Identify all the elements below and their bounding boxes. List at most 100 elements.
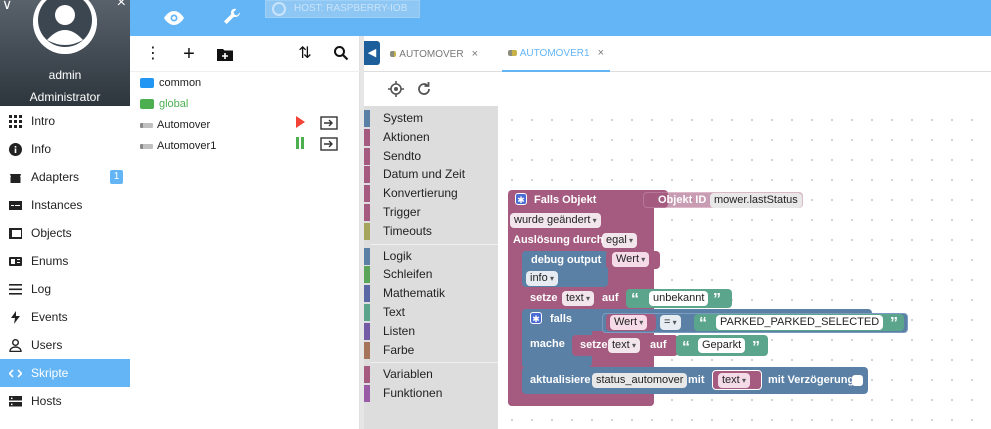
- debug-level-dropdown[interactable]: info: [526, 271, 558, 286]
- export-icon[interactable]: [320, 116, 338, 133]
- toolbox-category-listen[interactable]: Listen: [364, 322, 498, 341]
- toolbox-category-logik[interactable]: Logik: [364, 247, 498, 266]
- toolbox-category-schleifen[interactable]: Schleifen: [364, 265, 498, 284]
- tree-toolbar: ⋮ + ⇅: [130, 36, 360, 72]
- blockly-script-icon: [140, 143, 153, 149]
- category-color-swatch: [364, 304, 370, 321]
- search-icon[interactable]: [332, 45, 350, 63]
- compare-left-dropdown[interactable]: Wert: [610, 315, 648, 330]
- toolbox-category-timeouts[interactable]: Timeouts: [364, 222, 498, 241]
- toolbox-category-trigger[interactable]: Trigger: [364, 203, 498, 222]
- toolbox-category-variablen[interactable]: Variablen: [364, 365, 498, 384]
- tree-script-automover[interactable]: Automover: [140, 116, 350, 134]
- menu-item-events[interactable]: Events: [0, 303, 130, 331]
- add-script-icon[interactable]: +: [180, 44, 198, 64]
- play-icon[interactable]: [295, 116, 305, 131]
- tab-automover1[interactable]: AUTOMOVER1 ×: [502, 36, 610, 72]
- crosshair-icon[interactable]: [388, 81, 404, 97]
- close-icon[interactable]: ×: [117, 0, 126, 12]
- category-label: Timeouts: [383, 223, 432, 238]
- wrench-icon[interactable]: [220, 6, 244, 30]
- collapse-tree-button[interactable]: ◀: [364, 41, 380, 65]
- set-label: setze: [530, 292, 558, 304]
- menu-item-label: Users: [31, 338, 63, 352]
- category-color-swatch: [364, 247, 370, 265]
- debug-value-dropdown[interactable]: Wert: [612, 252, 650, 267]
- tab-label: AUTOMOVER: [399, 48, 464, 60]
- delay-checkbox[interactable]: [852, 375, 863, 386]
- menu-item-intro[interactable]: Intro: [0, 107, 130, 135]
- category-label: Listen: [383, 323, 416, 338]
- category-color-swatch: [364, 322, 370, 340]
- set-var-dropdown[interactable]: text: [562, 291, 594, 306]
- update-target-field[interactable]: status_automover: [592, 373, 688, 388]
- category-color-swatch: [364, 147, 370, 165]
- add-folder-icon[interactable]: [216, 45, 234, 63]
- toolbox-category-farbe[interactable]: Farbe: [364, 341, 498, 360]
- gear-icon[interactable]: ✱: [515, 193, 527, 205]
- top-bar: HOST: RASPBERRY-IOB: [130, 0, 991, 36]
- tree-folder-common[interactable]: common: [140, 74, 201, 92]
- toolbox-category-mathematik[interactable]: Mathematik: [364, 284, 498, 303]
- folder-label: global: [159, 98, 189, 110]
- toolbox-category-datum-und-zeit[interactable]: Datum und Zeit: [364, 165, 498, 184]
- triggered-by-dropdown[interactable]: egal: [602, 233, 638, 248]
- menu-item-info[interactable]: Info: [0, 135, 130, 163]
- if-footer: [522, 360, 582, 366]
- category-color-swatch: [364, 385, 370, 403]
- do-label: mache: [530, 338, 565, 350]
- eye-icon[interactable]: [162, 6, 186, 30]
- chevron-down-icon[interactable]: ∨: [2, 0, 12, 13]
- menu-item-label: Info: [31, 142, 52, 156]
- tree-script-automover1[interactable]: Automover1: [140, 137, 350, 155]
- bolt-icon: [9, 310, 22, 324]
- menu-item-log[interactable]: Log: [0, 275, 130, 303]
- category-label: Farbe: [383, 342, 415, 357]
- close-tab-icon[interactable]: ×: [472, 48, 478, 60]
- menu-item-objects[interactable]: Objects: [0, 219, 130, 247]
- sort-icon[interactable]: ⇅: [296, 45, 314, 63]
- menu-item-label: Objects: [31, 226, 72, 240]
- more-vert-icon[interactable]: ⋮: [144, 45, 162, 63]
- close-tab-icon[interactable]: ×: [598, 47, 604, 59]
- store-icon: [9, 171, 22, 184]
- compare-right-field[interactable]: PARKED_PARKED_SELECTED: [716, 315, 884, 330]
- inner-set-to-label: auf: [650, 339, 667, 351]
- tab-automover[interactable]: AUTOMOVER ×: [384, 36, 484, 72]
- gear-icon[interactable]: ✱: [530, 312, 542, 324]
- category-color-swatch: [364, 204, 370, 221]
- blockly-workspace[interactable]: ✱ Falls Objekt Objekt ID mower.lastStatu…: [498, 106, 991, 429]
- toolbox-category-sendto[interactable]: Sendto: [364, 147, 498, 166]
- toolbox-category-funktionen[interactable]: Funktionen: [364, 384, 498, 403]
- menu-item-label: Instances: [31, 198, 83, 212]
- category-label: Konvertierung: [383, 186, 458, 201]
- category-color-swatch: [364, 366, 370, 384]
- refresh-icon[interactable]: [416, 81, 432, 97]
- category-label: Variablen: [383, 367, 433, 382]
- export-icon[interactable]: [320, 137, 338, 154]
- update-value-dropdown[interactable]: text: [718, 373, 750, 388]
- menu-item-skripte[interactable]: Skripte: [0, 359, 130, 387]
- adapters-badge: 1: [110, 170, 123, 184]
- condition-dropdown[interactable]: wurde geändert: [510, 213, 601, 228]
- toolbox-category-system[interactable]: System: [364, 109, 498, 128]
- pause-icon[interactable]: [295, 137, 305, 152]
- menu-item-instances[interactable]: Instances: [0, 191, 130, 219]
- toolbox-category-text[interactable]: Text: [364, 303, 498, 322]
- inner-set-value-field[interactable]: Geparkt: [698, 338, 746, 353]
- object-id-field[interactable]: mower.lastStatus: [710, 193, 802, 208]
- menu-item-users[interactable]: Users: [0, 331, 130, 359]
- tree-folder-global[interactable]: global: [140, 95, 188, 113]
- menu-item-label: Events: [31, 310, 68, 324]
- inner-set-var-dropdown[interactable]: text: [608, 338, 640, 353]
- host-selector[interactable]: HOST: RASPBERRY-IOB: [265, 0, 420, 18]
- toolbox-category-aktionen[interactable]: Aktionen: [364, 128, 498, 147]
- person-icon: [9, 338, 22, 352]
- compare-op-dropdown[interactable]: =: [660, 315, 681, 330]
- toolbox-category-konvertierung[interactable]: Konvertierung: [364, 184, 498, 203]
- menu-item-adapters[interactable]: Adapters 1: [0, 163, 130, 191]
- menu-item-label: Intro: [31, 114, 56, 128]
- set-value-field[interactable]: unbekannt: [649, 291, 709, 306]
- menu-item-enums[interactable]: Enums: [0, 247, 130, 275]
- menu-item-hosts[interactable]: Hosts: [0, 387, 130, 415]
